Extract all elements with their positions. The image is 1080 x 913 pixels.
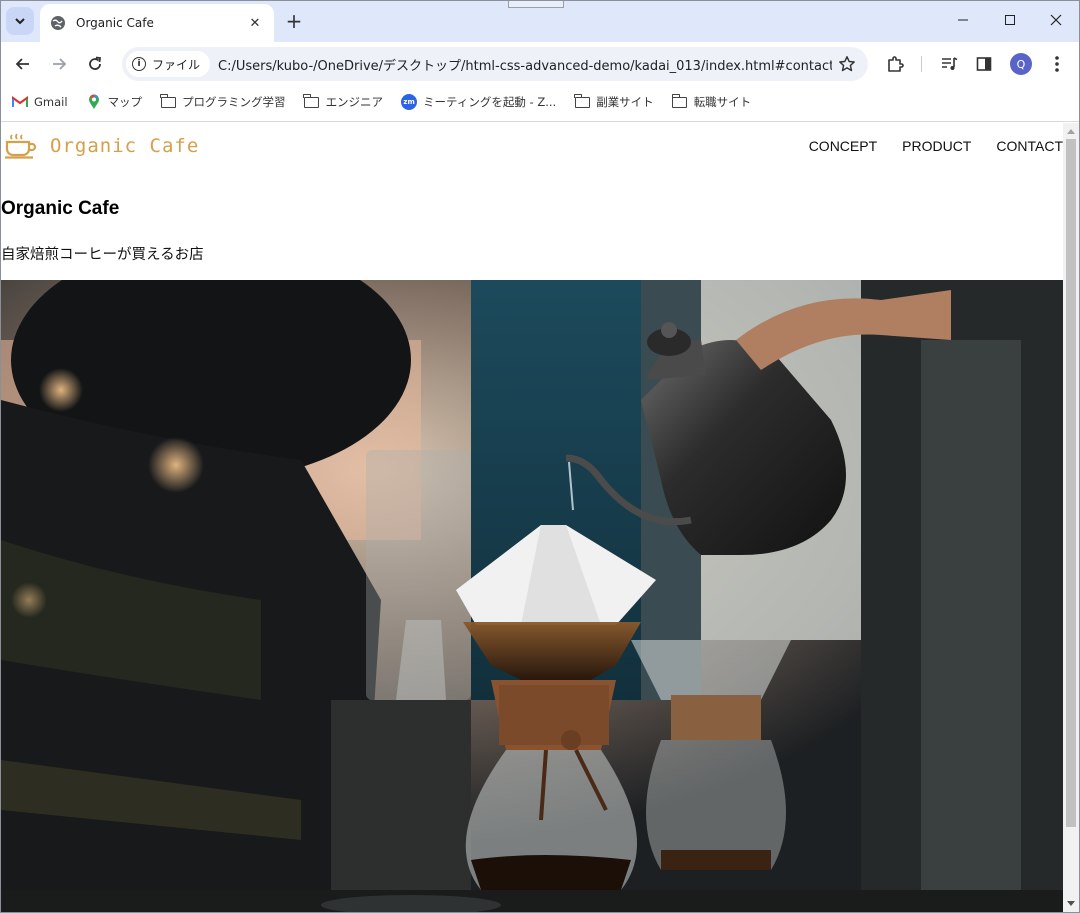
star-icon: [839, 56, 855, 72]
folder-icon: [574, 93, 590, 110]
scroll-up-arrow-icon[interactable]: [1063, 123, 1079, 139]
maximize-button[interactable]: [987, 0, 1033, 40]
page-scrollbar[interactable]: [1063, 123, 1079, 912]
bookmark-star-button[interactable]: [832, 49, 862, 79]
bookmark-gmail[interactable]: Gmail: [12, 94, 68, 110]
browser-toolbar: i ファイル C:/Users/kubo-/OneDrive/デスクトップ/ht…: [0, 42, 1080, 86]
hero-subtitle: 自家焙煎コーヒーが買えるお店: [1, 247, 204, 263]
hero-title: Organic Cafe: [1, 198, 120, 219]
toolbar-separator: [921, 56, 922, 72]
bookmark-label: ミーティングを起動 - Z...: [423, 95, 557, 109]
side-panel-icon: [976, 57, 992, 71]
close-icon: [1050, 14, 1062, 26]
bookmark-zoom-meeting[interactable]: zm ミーティングを起動 - Z...: [401, 94, 556, 110]
site-info-label: ファイル: [152, 57, 201, 72]
bookmark-label: マップ: [107, 95, 143, 109]
folder-icon: [159, 93, 176, 110]
browser-tab[interactable]: Organic Cafe ✕: [40, 4, 274, 42]
address-bar[interactable]: i ファイル C:/Users/kubo-/OneDrive/デスクトップ/ht…: [122, 47, 868, 81]
playlist-music-icon: [942, 57, 958, 70]
site-info-chip[interactable]: i ファイル: [126, 51, 211, 77]
profile-avatar[interactable]: Q: [1010, 53, 1032, 75]
bookmark-folder-engineer[interactable]: エンジニア: [303, 93, 384, 110]
arrow-right-icon: [53, 58, 67, 70]
puzzle-icon: [888, 56, 904, 72]
site-nav: CONCEPT PRODUCT CONTACT: [784, 138, 1063, 154]
extensions-button[interactable]: [881, 50, 909, 78]
minimize-button[interactable]: [940, 0, 986, 40]
folder-icon: [303, 93, 320, 110]
close-tab-icon[interactable]: ✕: [246, 14, 264, 32]
tab-search-button[interactable]: [6, 7, 34, 35]
bookmark-folder-job-change[interactable]: 転職サイト: [671, 93, 752, 110]
window-drag-notch: [508, 0, 564, 8]
gmail-icon: [12, 94, 28, 110]
scroll-down-arrow-icon[interactable]: [1063, 896, 1079, 912]
reload-button[interactable]: [81, 50, 109, 78]
bookmark-label: Gmail: [34, 95, 68, 109]
minimize-icon: [958, 19, 968, 21]
side-panel-button[interactable]: [970, 50, 998, 78]
coffee-pour-over-photo: [1, 280, 1063, 912]
bookmark-folder-programming[interactable]: プログラミング学習: [159, 93, 286, 110]
url-text[interactable]: C:/Users/kubo-/OneDrive/デスクトップ/html-css-…: [218, 55, 832, 74]
site-logo[interactable]: Organic Cafe: [4, 133, 199, 159]
bookmark-folder-side-job[interactable]: 副業サイト: [574, 93, 654, 110]
tab-strip: Organic Cafe ✕ +: [0, 0, 1080, 42]
bookmarks-bar: Gmail マップ プログラミング学習 エンジニア zm ミーティングを起動 -…: [0, 86, 1080, 118]
menu-button[interactable]: [1043, 50, 1071, 78]
bookmark-maps[interactable]: マップ: [86, 94, 143, 110]
bookmark-label: エンジニア: [325, 95, 384, 109]
logo-text: Organic Cafe: [50, 135, 200, 157]
bookmark-label: プログラミング学習: [182, 95, 286, 109]
nav-concept[interactable]: CONCEPT: [809, 138, 877, 154]
back-button[interactable]: [9, 50, 37, 78]
chevron-down-icon: [15, 18, 25, 25]
arrow-left-icon: [15, 58, 29, 70]
coffee-cup-icon: [5, 133, 37, 159]
site-header: Organic Cafe CONCEPT PRODUCT CONTACT: [1, 123, 1063, 175]
hero-image: [1, 280, 1063, 912]
bookmark-label: 副業サイト: [596, 95, 654, 109]
nav-contact[interactable]: CONTACT: [996, 138, 1063, 154]
content-divider: [0, 118, 1080, 122]
tab-title: Organic Cafe: [76, 16, 154, 30]
close-window-button[interactable]: [1033, 0, 1079, 40]
zoom-icon: zm: [401, 94, 418, 110]
maximize-icon: [1005, 15, 1015, 25]
forward-button[interactable]: [45, 50, 73, 78]
reload-icon: [89, 56, 102, 70]
bookmark-label: 転職サイト: [693, 95, 752, 109]
info-icon: i: [132, 57, 146, 71]
folder-icon: [671, 93, 688, 110]
globe-icon: [51, 16, 65, 30]
new-tab-button[interactable]: +: [281, 8, 307, 34]
media-control-button[interactable]: [935, 50, 963, 78]
nav-product[interactable]: PRODUCT: [902, 138, 971, 154]
more-vertical-icon: [1055, 56, 1059, 72]
scroll-thumb[interactable]: [1066, 139, 1076, 827]
maps-icon: [86, 94, 102, 110]
page-viewport: Organic Cafe CONCEPT PRODUCT CONTACT Org…: [1, 123, 1063, 912]
